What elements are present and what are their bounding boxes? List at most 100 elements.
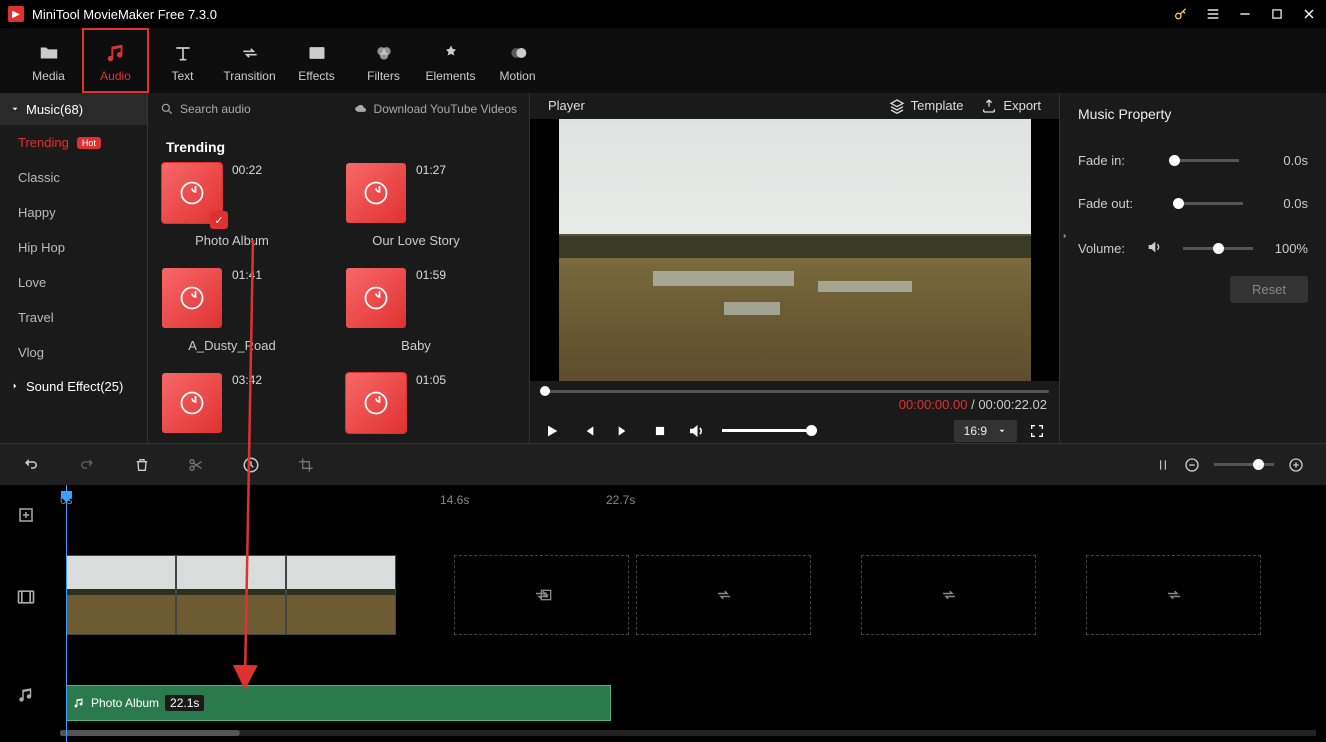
video-clip[interactable] [286,555,396,635]
timeline-ruler[interactable]: 0s 14.6s 22.7s [0,485,1326,525]
volume-icon[interactable] [686,421,706,441]
timeline[interactable]: 0s 14.6s 22.7s Photo Album 22.1s [0,485,1326,742]
tab-transition[interactable]: Transition [216,28,283,93]
tab-media[interactable]: Media [15,28,82,93]
volume-slider[interactable] [722,429,812,432]
speaker-icon[interactable] [1146,239,1162,258]
delete-button[interactable] [134,457,150,473]
transition-slot[interactable] [636,555,811,635]
tab-motion[interactable]: Motion [484,28,551,93]
fade-in-slider[interactable] [1169,159,1239,162]
timeline-toolbar [0,443,1326,485]
playhead[interactable] [66,485,67,742]
main-toolbar: Media Audio Text Transition Effects Filt… [0,28,1326,93]
time-display: 00:00:00.00 / 00:00:22.02 [530,395,1059,418]
download-youtube-link[interactable]: Download YouTube Videos [354,102,517,116]
tab-elements[interactable]: Elements [417,28,484,93]
search-icon [160,102,174,116]
fade-out-value: 0.0s [1283,196,1308,211]
audio-card-6[interactable]: 01:05 [346,373,486,433]
reset-button[interactable]: Reset [1230,276,1308,303]
text-icon [173,39,193,67]
play-button[interactable] [542,421,562,441]
minimize-icon[interactable] [1236,5,1254,23]
tab-effects[interactable]: Effects [283,28,350,93]
fade-out-slider[interactable] [1173,202,1243,205]
next-frame-button[interactable] [614,421,634,441]
sidebar-head-soundeffect[interactable]: Sound Effect(25) [0,370,147,402]
hot-badge: Hot [77,137,101,149]
audio-card-dusty-road[interactable]: 01:41 A_Dusty_Road [162,268,302,353]
fade-out-label: Fade out: [1078,196,1133,211]
motion-icon [508,39,528,67]
audio-track[interactable]: Photo Album 22.1s [56,685,1316,725]
audio-thumb-icon [162,268,222,328]
maximize-icon[interactable] [1268,5,1286,23]
video-clip[interactable] [176,555,286,635]
sidebar-item-love[interactable]: Love [0,265,147,300]
fullscreen-button[interactable] [1027,421,1047,441]
transition-slot[interactable] [1086,555,1261,635]
audio-track-icon [0,680,52,710]
check-icon: ✓ [210,211,228,229]
sidebar-item-trending[interactable]: Trending Hot [0,125,147,160]
fit-timeline-icon[interactable] [1156,457,1170,473]
elements-icon [441,39,461,67]
tab-text[interactable]: Text [149,28,216,93]
collapse-panel-icon[interactable] [1060,228,1070,247]
search-input[interactable]: Search audio [160,102,251,116]
undo-button[interactable] [22,456,40,474]
sidebar-item-happy[interactable]: Happy [0,195,147,230]
filters-icon [374,39,394,67]
cloud-download-icon [354,102,368,116]
fade-in-value: 0.0s [1283,153,1308,168]
drop-target-icon[interactable] [536,555,556,635]
sidebar-item-hiphop[interactable]: Hip Hop [0,230,147,265]
zoom-out-button[interactable] [1184,457,1200,473]
crop-button[interactable] [298,457,314,473]
volume-slider-prop[interactable] [1183,247,1253,250]
upgrade-key-icon[interactable] [1172,5,1190,23]
zoom-slider[interactable] [1214,463,1274,466]
stop-button[interactable] [650,421,670,441]
prev-frame-button[interactable] [578,421,598,441]
sidebar-head-music[interactable]: Music(68) [0,93,147,125]
export-button[interactable]: Export [981,98,1041,114]
audio-clip[interactable]: Photo Album 22.1s [66,685,611,721]
tab-audio[interactable]: Audio [82,28,149,93]
transition-slot[interactable] [861,555,1036,635]
timeline-scrollbar[interactable] [60,730,1316,736]
add-track-icon[interactable] [0,501,52,529]
close-icon[interactable] [1300,5,1318,23]
sidebar-item-vlog[interactable]: Vlog [0,335,147,370]
property-title: Music Property [1060,93,1326,135]
split-button[interactable] [188,457,204,473]
audio-library: Search audio Download YouTube Videos Tre… [148,93,530,443]
playback-progress[interactable] [530,387,1059,396]
zoom-in-button[interactable] [1288,457,1304,473]
audio-card-5[interactable]: 03:42 [162,373,302,433]
audio-card-our-love-story[interactable]: 01:27 Our Love Story [346,163,486,248]
video-preview [530,119,1059,381]
video-clip[interactable] [66,555,176,635]
audio-card-photo-album[interactable]: 00:22 ✓ Photo Album [162,163,302,248]
video-track[interactable] [56,555,1316,637]
menu-icon[interactable] [1204,5,1222,23]
volume-label: Volume: [1078,241,1125,256]
titlebar: ▶ MiniTool MovieMaker Free 7.3.0 [0,0,1326,28]
player-title: Player [548,98,585,113]
sidebar-item-classic[interactable]: Classic [0,160,147,195]
app-title: MiniTool MovieMaker Free 7.3.0 [32,7,217,22]
redo-button[interactable] [78,456,96,474]
aspect-ratio-select[interactable]: 16:9 [954,420,1017,442]
template-button[interactable]: Template [889,98,964,114]
preview-player: Player Template Export [530,93,1060,443]
category-sidebar: Music(68) Trending Hot Classic Happy Hip… [0,93,148,443]
fade-in-label: Fade in: [1078,153,1125,168]
chevron-down-icon [10,104,20,114]
speed-button[interactable] [242,456,260,474]
sidebar-item-travel[interactable]: Travel [0,300,147,335]
audio-thumb-icon [346,163,406,223]
audio-card-baby[interactable]: 01:59 Baby [346,268,486,353]
tab-filters[interactable]: Filters [350,28,417,93]
